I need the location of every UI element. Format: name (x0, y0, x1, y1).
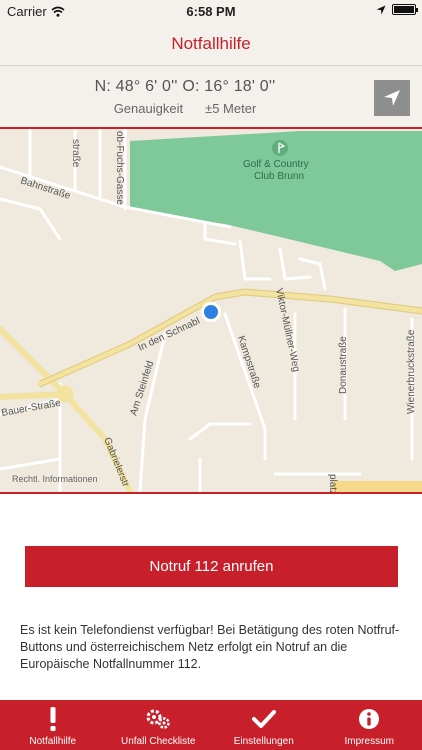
map-canvas: Golf & Country Club Brunn Bahnstraße ob-… (0, 129, 422, 492)
location-arrow-icon (376, 5, 386, 14)
tab-impressum[interactable]: Impressum (317, 700, 422, 750)
tab-bar: Notfallhilfe Unfall Checkliste Einstellu… (0, 700, 422, 750)
gears-icon (146, 709, 170, 729)
legal-info-link[interactable]: Rechtl. Informationen (12, 474, 98, 484)
map-view[interactable]: Golf & Country Club Brunn Bahnstraße ob-… (0, 127, 422, 494)
info-icon (359, 709, 380, 729)
emergency-call-button[interactable]: Notruf 112 anrufen (25, 546, 398, 587)
tab-label: Notfallhilfe (29, 736, 77, 747)
exclamation-icon (50, 707, 56, 731)
tab-label: Impressum (344, 736, 394, 747)
accuracy-value: ±5 Meter (205, 101, 257, 116)
battery-icon (392, 4, 418, 15)
map-label-donau: Donaustraße (338, 336, 349, 394)
map-label-wiener: Wienerbruckstraße (406, 329, 417, 414)
clock: 6:58 PM (186, 4, 236, 19)
tab-label: Unfall Checkliste (121, 736, 196, 747)
tab-label: Einstellungen (233, 736, 294, 747)
locate-me-button[interactable] (374, 80, 410, 116)
map-label-golf-2: Club Brunn (254, 171, 304, 182)
tab-notfallhilfe[interactable]: Notfallhilfe (0, 700, 106, 750)
accuracy-row: Genauigkeit ±5 Meter (0, 101, 370, 116)
map-label-fuchs-gasse: ob-Fuchs-Gasse (114, 131, 125, 205)
coordinates-panel: N: 48° 6' 0'' O: 16° 18' 0'' Genauigkeit… (0, 66, 422, 128)
map-label-bahnstrasse: Bahnstraße (19, 175, 72, 202)
map-label-platz: platz (327, 474, 338, 492)
info-text: Es ist kein Telefondienst verfügbar! Bei… (20, 623, 400, 671)
map-label-golf: Golf & Country (243, 159, 309, 170)
navigation-bar: Notfallhilfe (0, 22, 422, 66)
map-label-gabriel: Gabrielerstr (101, 436, 131, 489)
navigation-arrow-icon (384, 90, 400, 106)
status-bar: Carrier 6:58 PM (0, 0, 422, 22)
tab-einstellungen[interactable]: Einstellungen (211, 700, 317, 750)
checkmark-icon (251, 710, 276, 728)
map-label-bauer: Bauer-Straße (1, 398, 62, 419)
accuracy-label: Genauigkeit (113, 101, 184, 116)
map-label-strasse: straße (70, 139, 81, 168)
tab-unfall-checkliste[interactable]: Unfall Checkliste (106, 700, 212, 750)
coordinates-text: N: 48° 6' 0'' O: 16° 18' 0'' (94, 78, 276, 95)
page-title: Notfallhilfe (171, 34, 251, 53)
map-label-muellner: Viktor-Müllner-Weg (273, 287, 301, 373)
